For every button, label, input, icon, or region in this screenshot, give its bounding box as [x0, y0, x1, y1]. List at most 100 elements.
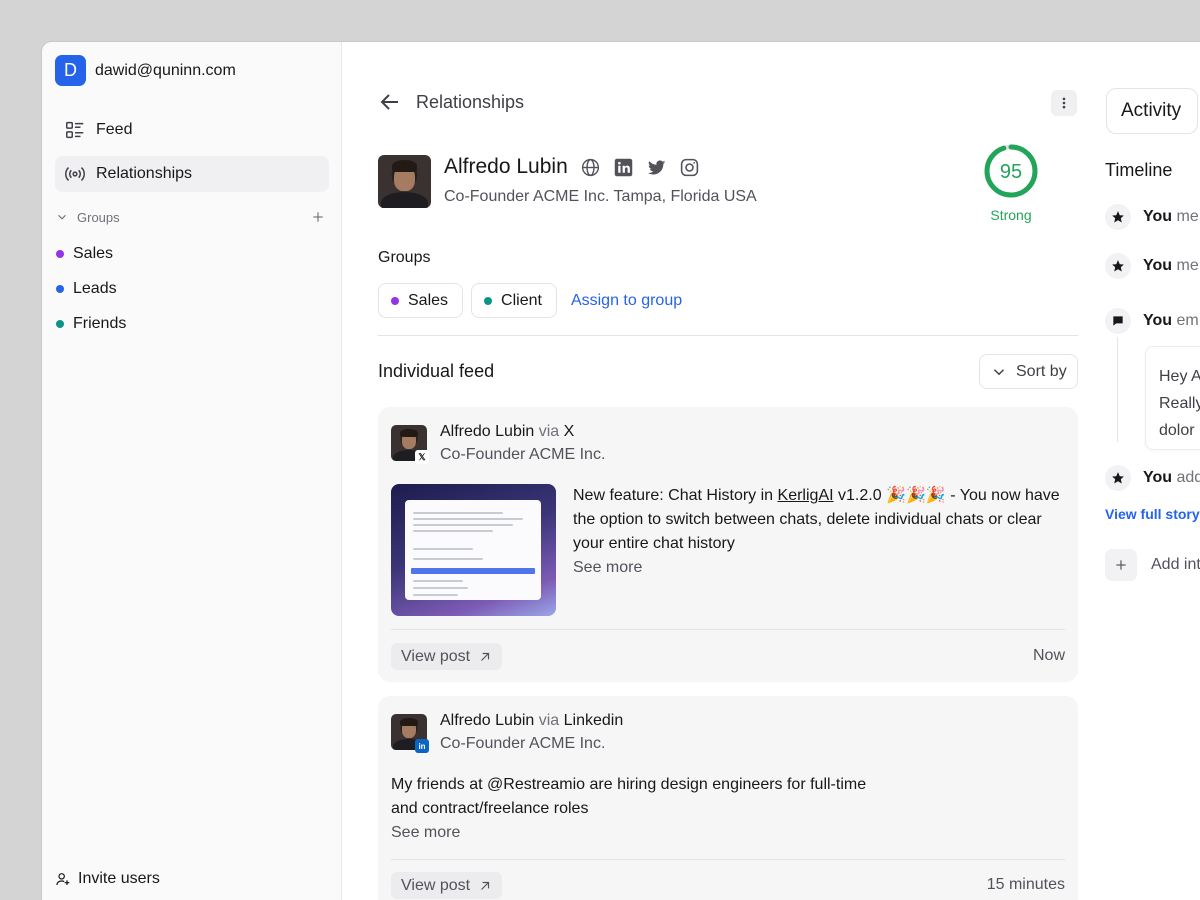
add-user-icon [56, 873, 70, 886]
post-author: Alfredo Lubin via Linkedin [440, 712, 623, 730]
score-ring: 95 [984, 144, 1038, 198]
sidebar-item-feed[interactable]: Feed [55, 112, 329, 148]
group-chip-sales[interactable]: Sales [378, 283, 464, 318]
post-author-name: Alfredo Lubin [440, 423, 535, 440]
timeline-item[interactable]: You add [1105, 465, 1200, 491]
sidebar-item-sales[interactable]: Sales [56, 245, 113, 263]
chevron-down-icon [993, 368, 1005, 375]
profile-name-row: Alfredo Lubin [444, 155, 700, 179]
timeline-item[interactable]: You em [1105, 308, 1199, 334]
twitter-icon[interactable] [646, 157, 667, 178]
timeline-actor: You [1143, 312, 1173, 329]
sidebar: D dawid@quninn.com Feed Relationships Gr… [42, 42, 342, 900]
add-interaction-label: Add int [1151, 556, 1200, 573]
sidebar-item-relationships[interactable]: Relationships [55, 156, 329, 192]
timeline-text: me [1176, 257, 1199, 274]
post-link[interactable]: KerligAI [778, 487, 834, 504]
score-value: 95 [1000, 161, 1022, 183]
add-group-icon[interactable] [311, 210, 325, 224]
linkedin-icon: in [415, 739, 429, 753]
post-via: via [538, 712, 560, 729]
post-author-avatar: 𝕏 [391, 425, 429, 464]
plus-icon [1105, 549, 1137, 581]
message-icon [1105, 308, 1131, 334]
post-author-name: Alfredo Lubin [440, 712, 535, 729]
invite-users-button[interactable]: Invite users [55, 870, 160, 888]
linkedin-icon[interactable] [613, 157, 634, 178]
view-post-button[interactable]: View post [391, 872, 503, 899]
more-options-button[interactable] [1051, 90, 1077, 116]
account-avatar: D [55, 55, 86, 86]
relationship-score: 95 Strong [982, 142, 1040, 223]
post-time: Now [1032, 647, 1065, 664]
feed-icon [66, 121, 84, 139]
group-color-dot [56, 320, 64, 328]
feed-title: Individual feed [378, 361, 495, 381]
chevron-down-icon [58, 214, 66, 220]
timeline-actor: You [1143, 208, 1173, 225]
groups-section-header[interactable]: Groups [55, 207, 329, 227]
view-post-label: View post [401, 876, 471, 894]
sidebar-item-label: Feed [96, 121, 133, 138]
sort-by-button[interactable]: Sort by [979, 354, 1078, 389]
group-label: Sales [73, 245, 114, 262]
group-chip-label: Sales [408, 291, 449, 309]
group-chip-label: Client [501, 291, 542, 309]
star-icon [1105, 465, 1131, 491]
timeline-actor: You [1143, 257, 1173, 274]
message-preview[interactable]: Hey A Really dolor [1145, 346, 1200, 450]
post-via: via [538, 423, 560, 440]
profile-header: Alfredo Lubin Co-Founder ACME Inc. Tampa… [378, 155, 1078, 225]
view-post-label: View post [401, 647, 471, 665]
x-icon: 𝕏 [415, 450, 429, 464]
score-label: Strong [990, 207, 1032, 223]
sidebar-item-label: Relationships [96, 165, 193, 182]
tab-activity[interactable]: Activity [1106, 88, 1198, 134]
post-author-role: Co-Founder ACME Inc. [440, 446, 606, 463]
post-text-line: and contract/freelance roles [391, 800, 589, 817]
account-switcher[interactable]: D dawid@quninn.com [55, 55, 236, 86]
sort-by-label: Sort by [1016, 362, 1067, 380]
post-text-line: My friends at @Restreamio are hiring des… [391, 776, 867, 793]
profile-groups-label: Groups [378, 249, 431, 266]
view-post-button[interactable]: View post [391, 643, 503, 670]
group-color-dot [484, 296, 493, 305]
timeline-title: Timeline [1105, 160, 1173, 180]
timeline-connector [1117, 337, 1118, 442]
back-arrow-icon[interactable] [378, 90, 402, 114]
post-source: Linkedin [563, 712, 624, 729]
sidebar-item-leads[interactable]: Leads [56, 280, 117, 298]
arrow-up-right-icon [481, 881, 490, 890]
feed-post: in Alfredo Lubin via Linkedin Co-Founder… [378, 696, 1078, 900]
timeline-item[interactable]: You me [1105, 204, 1199, 230]
post-text: New feature: Chat History in KerligAI v1… [573, 484, 1065, 580]
post-source: X [563, 423, 575, 440]
see-more-link[interactable]: See more [391, 821, 1071, 845]
post-author-role: Co-Founder ACME Inc. [440, 735, 606, 752]
see-more-link[interactable]: See more [573, 556, 1065, 580]
app-window: D dawid@quninn.com Feed Relationships Gr… [42, 42, 1200, 900]
message-line: Really [1159, 395, 1200, 412]
page-title: Relationships [416, 91, 525, 112]
page-header: Relationships [378, 90, 524, 114]
activity-panel: Activity Timeline You me You me You em H… [1098, 42, 1200, 900]
feed-post: 𝕏 Alfredo Lubin via X Co-Founder ACME In… [378, 407, 1078, 682]
timeline-text: me [1176, 208, 1199, 225]
group-chip-client[interactable]: Client [471, 283, 557, 318]
account-email: dawid@quninn.com [95, 61, 236, 79]
timeline-item[interactable]: You me [1105, 253, 1199, 279]
assign-to-group-link[interactable]: Assign to group [571, 292, 682, 310]
view-full-story-link[interactable]: View full story [1105, 506, 1200, 522]
globe-icon[interactable] [580, 157, 601, 178]
profile-name: Alfredo Lubin [444, 155, 568, 178]
groups-section-label: Groups [77, 209, 120, 225]
post-text-start: New feature: Chat History in [573, 487, 778, 504]
post-image[interactable] [391, 484, 556, 616]
instagram-icon[interactable] [679, 157, 700, 178]
timeline-text: add [1176, 469, 1200, 486]
invite-users-label: Invite users [78, 870, 160, 887]
sidebar-item-friends[interactable]: Friends [56, 315, 126, 333]
timeline-text: em [1176, 312, 1199, 329]
add-interaction-button[interactable]: Add int [1105, 549, 1200, 581]
post-author: Alfredo Lubin via X [440, 423, 574, 441]
